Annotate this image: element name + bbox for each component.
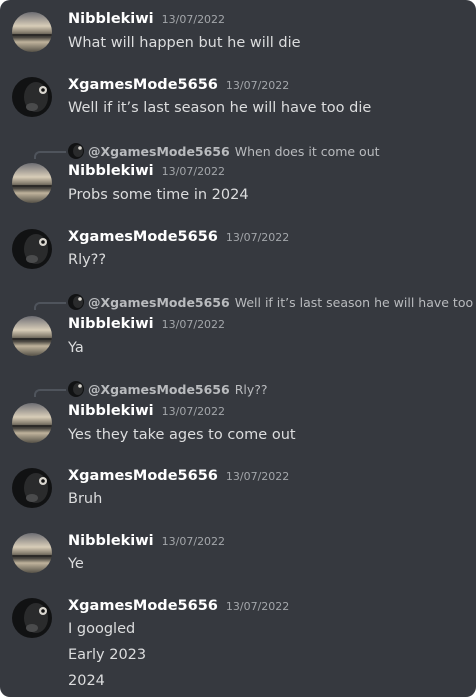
username[interactable]: XgamesMode5656 — [68, 229, 218, 245]
avatar[interactable] — [12, 12, 52, 52]
username[interactable]: Nibblekiwi — [68, 316, 154, 332]
avatar[interactable] — [12, 468, 52, 508]
username[interactable]: XgamesMode5656 — [68, 468, 218, 484]
reply-avatar — [68, 381, 84, 397]
timestamp: 13/07/2022 — [161, 405, 226, 418]
avatar[interactable] — [12, 163, 52, 203]
avatar[interactable] — [12, 533, 52, 573]
dark-creature-avatar-icon — [68, 143, 84, 159]
username[interactable]: Nibblekiwi — [68, 163, 154, 179]
message-text: Early 2023 — [68, 647, 147, 663]
timestamp: 13/07/2022 — [225, 600, 290, 613]
avatar[interactable] — [12, 229, 52, 269]
reply-mention[interactable]: @XgamesMode5656 — [88, 382, 230, 397]
timestamp: 13/07/2022 — [225, 470, 290, 483]
message-text: What will happen but he will die — [68, 35, 301, 51]
reply-spine — [34, 302, 66, 310]
avatar[interactable] — [12, 316, 52, 356]
username[interactable]: Nibblekiwi — [68, 533, 154, 549]
sunset-avatar-icon — [12, 316, 52, 356]
timestamp: 13/07/2022 — [161, 165, 226, 178]
reply-avatar — [68, 143, 84, 159]
message-text: I googled — [68, 621, 136, 637]
timestamp: 13/07/2022 — [161, 318, 226, 331]
dark-creature-avatar-icon — [68, 294, 84, 310]
timestamp: 13/07/2022 — [225, 79, 290, 92]
reply-mention[interactable]: @XgamesMode5656 — [88, 295, 230, 310]
message-text: Yes they take ages to come out — [68, 427, 296, 443]
message-text: Rly?? — [68, 252, 107, 268]
reply-text: When does it come out — [234, 143, 380, 159]
username[interactable]: Nibblekiwi — [68, 403, 154, 419]
chat-window: Nibblekiwi 13/07/2022 What will happen b… — [0, 0, 476, 697]
reply-mention[interactable]: @XgamesMode5656 — [88, 144, 230, 159]
message-text: Well if it’s last season he will have to… — [68, 100, 372, 116]
avatar[interactable] — [12, 403, 52, 443]
avatar[interactable] — [12, 598, 52, 638]
reply-preview[interactable]: @XgamesMode5656 When does it come out — [34, 142, 380, 160]
avatar[interactable] — [12, 77, 52, 117]
username[interactable]: Nibblekiwi — [68, 11, 154, 27]
timestamp: 13/07/2022 — [161, 13, 226, 26]
reply-preview[interactable]: @XgamesMode5656 Well if it’s last season… — [34, 293, 476, 311]
reply-spine — [34, 151, 66, 159]
username[interactable]: XgamesMode5656 — [68, 598, 218, 614]
dark-creature-avatar-icon — [12, 468, 52, 508]
reply-avatar — [68, 294, 84, 310]
sunset-avatar-icon — [12, 403, 52, 443]
message-text: 2024 — [68, 673, 105, 689]
message-text: Ye — [68, 556, 84, 572]
sunset-avatar-icon — [12, 12, 52, 52]
dark-creature-avatar-icon — [12, 77, 52, 117]
timestamp: 13/07/2022 — [225, 231, 290, 244]
dark-creature-avatar-icon — [12, 229, 52, 269]
sunset-avatar-icon — [12, 163, 52, 203]
message-text: Ya — [68, 340, 84, 356]
reply-spine — [34, 389, 66, 397]
reply-text: Well if it’s last season he will have to… — [234, 294, 476, 310]
reply-text: Rly?? — [234, 381, 268, 397]
sunset-avatar-icon — [12, 533, 52, 573]
reply-preview[interactable]: @XgamesMode5656 Rly?? — [34, 380, 268, 398]
message-text: Bruh — [68, 491, 103, 507]
dark-creature-avatar-icon — [68, 381, 84, 397]
dark-creature-avatar-icon — [12, 598, 52, 638]
username[interactable]: XgamesMode5656 — [68, 77, 218, 93]
timestamp: 13/07/2022 — [161, 535, 226, 548]
message-text: Probs some time in 2024 — [68, 187, 249, 203]
